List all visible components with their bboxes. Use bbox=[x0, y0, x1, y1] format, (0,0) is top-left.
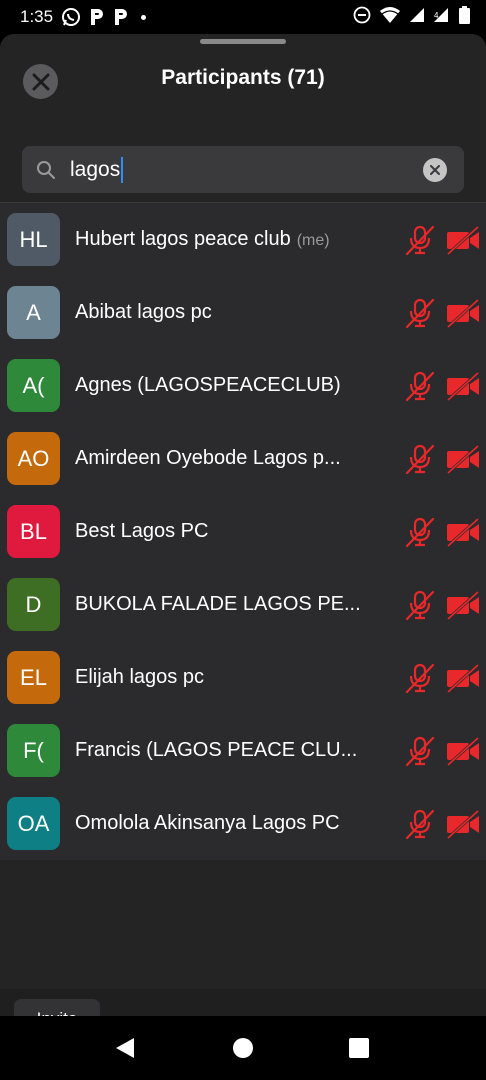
participant-name-text: Abibat lagos pc bbox=[75, 301, 212, 323]
avatar: BL bbox=[7, 505, 60, 558]
participant-name: Agnes (LAGOSPEACECLUB) bbox=[75, 374, 341, 397]
back-button[interactable] bbox=[113, 1036, 137, 1060]
participant-name: Elijah lagos pc bbox=[75, 666, 204, 689]
recents-icon bbox=[349, 1038, 369, 1058]
mic-muted-icon[interactable] bbox=[404, 662, 436, 694]
video-off-icon[interactable] bbox=[446, 370, 480, 402]
participant-name-text: Elijah lagos pc bbox=[75, 666, 204, 688]
mic-muted-icon[interactable] bbox=[404, 224, 436, 256]
participant-name-text: BUKOLA FALADE LAGOS PE... bbox=[75, 593, 361, 615]
status-bar: 1:35 4 bbox=[0, 0, 486, 34]
mic-muted-icon[interactable] bbox=[404, 516, 436, 548]
wifi-icon bbox=[379, 6, 401, 29]
svg-text:4: 4 bbox=[434, 11, 439, 20]
mic-muted-icon[interactable] bbox=[404, 370, 436, 402]
home-icon bbox=[233, 1038, 253, 1058]
home-button[interactable] bbox=[231, 1036, 255, 1060]
avatar: A( bbox=[7, 359, 60, 412]
clear-search-button[interactable] bbox=[423, 158, 447, 182]
video-off-icon[interactable] bbox=[446, 589, 480, 621]
signal-icon: 4 bbox=[433, 7, 451, 28]
participant-name: Omolola Akinsanya Lagos PC bbox=[75, 812, 340, 835]
participant-row[interactable]: HL Hubert lagos peace club (me) bbox=[0, 203, 486, 276]
drag-handle[interactable] bbox=[200, 39, 286, 44]
avatar: D bbox=[7, 578, 60, 631]
p-app-icon bbox=[113, 7, 129, 27]
avatar: AO bbox=[7, 432, 60, 485]
avatar: F( bbox=[7, 724, 60, 777]
p-app-icon bbox=[89, 7, 105, 27]
avatar: EL bbox=[7, 651, 60, 704]
whatsapp-icon bbox=[61, 7, 81, 27]
avatar: OA bbox=[7, 797, 60, 850]
signal-icon bbox=[409, 7, 425, 28]
participant-name-text: Francis (LAGOS PEACE CLU... bbox=[75, 739, 358, 761]
mic-muted-icon[interactable] bbox=[404, 443, 436, 475]
video-off-icon[interactable] bbox=[446, 443, 480, 475]
page-title: Participants (71) bbox=[161, 66, 325, 89]
do-not-disturb-icon bbox=[353, 6, 371, 29]
participant-name: Hubert lagos peace club (me) bbox=[75, 228, 330, 251]
navigation-bar bbox=[0, 1016, 486, 1080]
clear-icon bbox=[430, 165, 440, 175]
search-bar[interactable]: lagos bbox=[22, 146, 464, 193]
video-off-icon[interactable] bbox=[446, 224, 480, 256]
participant-name: Francis (LAGOS PEACE CLU... bbox=[75, 739, 357, 762]
participant-row[interactable]: A( Agnes (LAGOSPEACECLUB) bbox=[0, 349, 486, 422]
participant-row[interactable]: OA Omolola Akinsanya Lagos PC bbox=[0, 787, 486, 860]
battery-icon bbox=[459, 5, 470, 29]
search-input[interactable]: lagos bbox=[70, 156, 124, 183]
participant-name-text: Best Lagos PC bbox=[75, 520, 209, 542]
mic-muted-icon[interactable] bbox=[404, 735, 436, 767]
participant-name: Amirdeen Oyebode Lagos p... bbox=[75, 447, 341, 470]
status-time: 1:35 bbox=[20, 7, 54, 26]
video-off-icon[interactable] bbox=[446, 808, 480, 840]
text-cursor bbox=[121, 156, 124, 183]
participant-name: BUKOLA FALADE LAGOS PE... bbox=[75, 593, 361, 616]
participant-name-text: Amirdeen Oyebode Lagos p... bbox=[75, 447, 341, 469]
video-off-icon[interactable] bbox=[446, 662, 480, 694]
video-off-icon[interactable] bbox=[446, 516, 480, 548]
search-icon bbox=[37, 160, 55, 179]
system-icons: 4 bbox=[353, 5, 470, 29]
participants-sheet: Participants (71) lagos HL Hubert lagos p… bbox=[0, 34, 486, 1050]
video-off-icon[interactable] bbox=[446, 297, 480, 329]
avatar: HL bbox=[7, 213, 60, 266]
participant-row[interactable]: AO Amirdeen Oyebode Lagos p... bbox=[0, 422, 486, 495]
mic-muted-icon[interactable] bbox=[404, 297, 436, 329]
mic-muted-icon[interactable] bbox=[404, 589, 436, 621]
mic-muted-icon[interactable] bbox=[404, 808, 436, 840]
me-tag: (me) bbox=[296, 232, 330, 249]
participant-row[interactable]: D BUKOLA FALADE LAGOS PE... bbox=[0, 568, 486, 641]
video-off-icon[interactable] bbox=[446, 735, 480, 767]
participant-list: HL Hubert lagos peace club (me) A Abibat lag… bbox=[0, 203, 486, 860]
avatar: A bbox=[7, 286, 60, 339]
participant-row[interactable]: EL Elijah lagos pc bbox=[0, 641, 486, 714]
participant-name: Best Lagos PC bbox=[75, 520, 208, 543]
participant-row[interactable]: A Abibat lagos pc bbox=[0, 276, 486, 349]
participant-name: Abibat lagos pc bbox=[75, 301, 212, 324]
back-icon bbox=[116, 1038, 134, 1058]
participant-name-text: Agnes (LAGOSPEACECLUB) bbox=[75, 374, 341, 396]
dot-icon bbox=[141, 14, 147, 20]
search-input-value: lagos bbox=[70, 157, 121, 181]
participant-name-text: Hubert lagos peace club bbox=[75, 228, 291, 250]
participant-row[interactable]: BL Best Lagos PC bbox=[0, 495, 486, 568]
participant-row[interactable]: F( Francis (LAGOS PEACE CLU... bbox=[0, 714, 486, 787]
participant-name-text: Omolola Akinsanya Lagos PC bbox=[75, 812, 340, 834]
recents-button[interactable] bbox=[347, 1036, 371, 1060]
